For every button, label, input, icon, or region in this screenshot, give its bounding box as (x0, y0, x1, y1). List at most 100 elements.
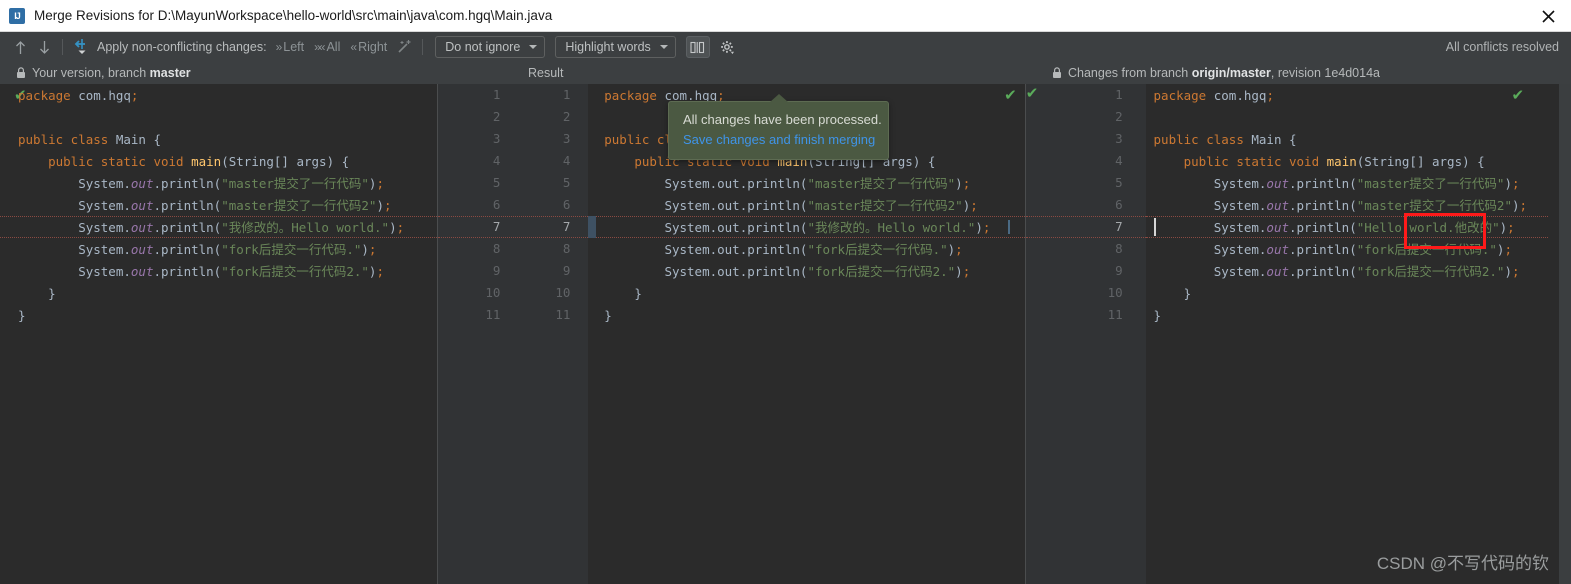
gutter-line-number: 9 (1115, 263, 1123, 278)
code-token: .println( (153, 264, 222, 279)
code-token: System. (1153, 242, 1267, 257)
code-line: } (18, 305, 437, 327)
code-token: "Hello world.他改的" (1356, 220, 1500, 235)
left-code-text[interactable]: package com.hgq; public class Main { pub… (0, 84, 437, 584)
gutter-line-number: 7 (562, 219, 571, 234)
code-token: ; (1519, 198, 1528, 213)
code-token: out (1266, 242, 1289, 257)
code-line: System.out.println("fork后提交一行代码2."); (1154, 261, 1548, 283)
code-token: .println( (153, 242, 222, 257)
left-pane-title-prefix: Your version, branch (32, 66, 150, 80)
code-token: ) (1511, 198, 1520, 213)
apply-nonconflicting-label: Apply non-conflicting changes: (97, 40, 267, 54)
code-token: ; (396, 220, 405, 235)
ignore-policy-dropdown[interactable]: Do not ignore (435, 36, 546, 58)
code-token: "master提交了一行代码2" (221, 198, 377, 213)
code-token: ) (955, 264, 963, 279)
right-editor-pane[interactable]: ✔ package com.hgq; public class Main { p… (1145, 84, 1549, 584)
apply-all-nonconflicting-icon[interactable] (69, 36, 93, 58)
right-code-text[interactable]: package com.hgq; public class Main { pub… (1146, 84, 1548, 584)
code-token: ; (130, 88, 139, 103)
code-token: "master提交了一行代码2" (1356, 198, 1512, 213)
code-token: "我修改的。Hello world." (807, 220, 976, 235)
save-and-finish-merging-link[interactable]: Save changes and finish merging (683, 130, 876, 150)
highlight-policy-dropdown[interactable]: Highlight words (555, 36, 676, 58)
chevron-right-double-icon: » (275, 40, 283, 54)
code-line: } (1154, 283, 1548, 305)
apply-all-label: All (326, 40, 341, 54)
gutter-line-number: 5 (562, 175, 571, 190)
gutter-line-number: 3 (562, 131, 571, 146)
arrow-down-icon[interactable] (32, 36, 56, 58)
code-token: System. (18, 242, 131, 257)
right-editor-edge (1548, 84, 1559, 584)
left-gutter: 1 2 3 4 5 6 7 8 9 10 11 1 2 3 4 5 6 7 8 9 10 11 (438, 84, 589, 584)
gutter-line-number: 1 (492, 87, 501, 102)
gutter-line-number: 7 (492, 219, 501, 234)
code-token: ) (975, 220, 983, 235)
right-pane-title: Changes from branch origin/master, revis… (1052, 62, 1380, 84)
code-line: System.out.println("master提交了一行代码"); (18, 173, 437, 195)
code-token: void (153, 154, 192, 169)
apply-right-button[interactable]: « Right (350, 40, 387, 54)
apply-left-button[interactable]: » Left (276, 40, 305, 54)
highlight-policy-value: Highlight words (565, 40, 651, 54)
code-token: main (1326, 154, 1357, 169)
collapse-unchanged-icon[interactable] (685, 36, 710, 58)
magic-wand-icon[interactable] (392, 36, 416, 58)
vertical-scrollbar[interactable] (1559, 84, 1571, 584)
tooltip-message: All changes have been processed. (683, 112, 882, 127)
code-token: { (145, 132, 162, 147)
code-line: System.out.println("fork后提交一行代码."); (1154, 239, 1548, 261)
code-token: main (191, 154, 222, 169)
code-token: ; (1511, 264, 1520, 279)
code-token: .println( (1289, 264, 1357, 279)
code-token: { (1281, 132, 1297, 147)
code-token: } (604, 308, 612, 323)
code-token: ; (962, 264, 971, 279)
code-token: out (130, 220, 154, 235)
code-token: public static (18, 154, 154, 169)
gutter-line-number: 9 (562, 263, 571, 278)
code-token: System. (18, 198, 131, 213)
right-pane-revision: 1e4d014a (1324, 66, 1380, 80)
code-token: "master提交了一行代码" (807, 176, 956, 191)
code-token: System.out.println( (604, 242, 808, 257)
code-line: } (604, 283, 1024, 305)
close-icon[interactable] (1525, 0, 1571, 32)
code-token: .println( (1289, 220, 1357, 235)
gutter-line-number: 5 (1115, 175, 1123, 190)
left-editor-pane[interactable]: ✔ package com.hgq; public class Main { p… (0, 84, 438, 584)
code-token: com.hgq (1213, 88, 1267, 103)
code-token: "fork后提交一行代码." (221, 242, 362, 257)
gutter-line-number: 4 (562, 153, 571, 168)
gutter-line-number: 11 (555, 307, 571, 322)
code-token: } (1153, 286, 1192, 301)
apply-all-button[interactable]: »« All (314, 40, 340, 54)
chevron-left-double-icon: « (350, 40, 357, 54)
code-token: out (1266, 264, 1289, 279)
code-token: System.out.println( (604, 176, 808, 191)
right-pane-title-suffix: , revision (1270, 66, 1325, 80)
arrow-up-icon[interactable] (8, 36, 32, 58)
code-token: } (18, 286, 56, 301)
gutter-line-number: 6 (1115, 197, 1123, 212)
code-token: public class (18, 132, 116, 147)
left-pane-title: Your version, branch master (16, 62, 191, 84)
gutter-numbers-left: 1 2 3 4 5 6 7 8 9 10 11 (438, 84, 508, 326)
code-token: package (18, 88, 79, 103)
ignore-policy-value: Do not ignore (445, 40, 521, 54)
code-token: System. (1153, 264, 1267, 279)
code-line: } (18, 283, 437, 305)
code-token: System. (18, 220, 131, 235)
code-token: } (18, 308, 26, 323)
code-line: System.out.println("Hello world.他改的"); (1154, 217, 1548, 239)
gear-icon[interactable] (716, 36, 740, 58)
gutter-line-number: 3 (1115, 131, 1123, 146)
window-titlebar: Merge Revisions for D:\MayunWorkspace\he… (0, 0, 1571, 32)
result-change-endmark (1007, 220, 1010, 234)
gutter-line-number: 11 (1107, 307, 1123, 322)
code-line: System.out.println("master提交了一行代码"); (1154, 173, 1548, 195)
code-token: ; (376, 264, 384, 279)
